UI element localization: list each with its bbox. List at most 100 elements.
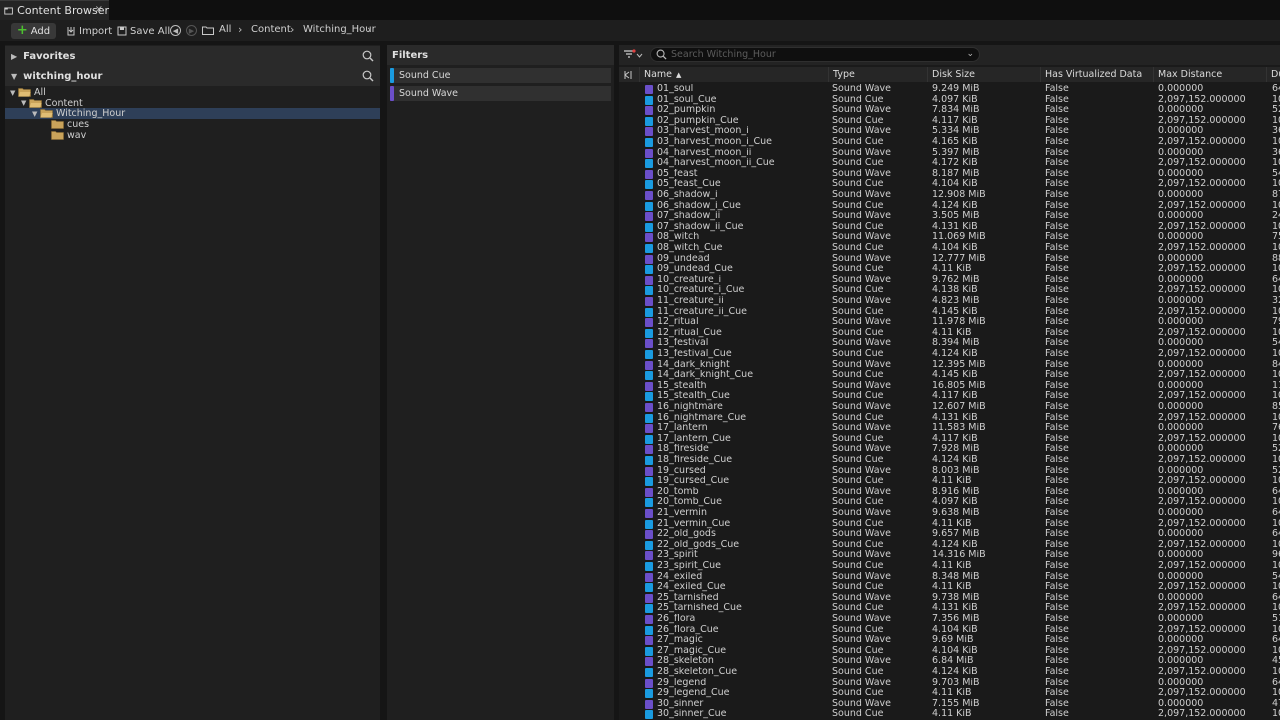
chevron-down-icon[interactable]: ⌄ bbox=[966, 49, 974, 59]
asset-name: 23_spirit_Cue bbox=[657, 561, 721, 571]
favorites-header[interactable]: ▶ Favorites bbox=[5, 46, 380, 66]
table-row[interactable]: 11_creature_ii Sound Wave 4.823 MiB False 0.… bbox=[619, 296, 1280, 307]
table-row[interactable]: 30_sinner_Cue Sound Cue 4.11 KiB False 2,097… bbox=[619, 709, 1280, 720]
table-row[interactable]: 12_ritual Sound Wave 11.978 MiB False 0.0000… bbox=[619, 317, 1280, 328]
tree-item-content[interactable]: ▼ Content bbox=[5, 98, 380, 109]
table-row[interactable]: 15_stealth Sound Wave 16.805 MiB False 0.000… bbox=[619, 381, 1280, 392]
table-row[interactable]: 09_undead_Cue Sound Cue 4.11 KiB False 2,097… bbox=[619, 264, 1280, 275]
table-row[interactable]: 08_witch Sound Wave 11.069 MiB False 0.00000… bbox=[619, 232, 1280, 243]
table-row[interactable]: 05_feast_Cue Sound Cue 4.104 KiB False 2,097… bbox=[619, 179, 1280, 190]
forward-icon[interactable]: ▶ bbox=[186, 25, 197, 36]
close-icon[interactable]: × bbox=[95, 4, 103, 15]
filter-sound-wave[interactable]: Sound Wave bbox=[390, 86, 611, 101]
search-icon[interactable] bbox=[362, 70, 374, 82]
table-row[interactable]: 20_tomb_Cue Sound Cue 4.097 KiB False 2,097,… bbox=[619, 497, 1280, 508]
table-row[interactable]: 16_nightmare_Cue Sound Cue 4.131 KiB False 2… bbox=[619, 413, 1280, 424]
column-type[interactable]: Type bbox=[828, 67, 928, 82]
column-duration[interactable]: Du bbox=[1266, 67, 1280, 82]
table-row[interactable]: 13_festival Sound Wave 8.394 MiB False 0.000… bbox=[619, 338, 1280, 349]
table-row[interactable]: 09_undead Sound Wave 12.777 MiB False 0.0000… bbox=[619, 254, 1280, 265]
tree-item-all[interactable]: ▼ All bbox=[5, 87, 380, 98]
table-row[interactable]: 11_creature_ii_Cue Sound Cue 4.145 KiB Fals… bbox=[619, 307, 1280, 318]
table-row[interactable]: 25_tarnished_Cue Sound Cue 4.131 KiB False 2… bbox=[619, 603, 1280, 614]
table-row[interactable]: 26_flora_Cue Sound Cue 4.104 KiB False 2,097… bbox=[619, 625, 1280, 636]
table-row[interactable]: 22_old_gods_Cue Sound Cue 4.124 KiB False 2,… bbox=[619, 540, 1280, 551]
filter-icon[interactable] bbox=[623, 49, 643, 61]
table-row[interactable]: 10_creature_i Sound Wave 9.762 MiB False 0.0… bbox=[619, 275, 1280, 286]
table-row[interactable]: 28_skeleton_Cue Sound Cue 4.124 KiB False 2,… bbox=[619, 667, 1280, 678]
chevron-down-icon[interactable]: ▼ bbox=[10, 89, 18, 97]
table-row[interactable]: 04_harvest_moon_ii Sound Wave 5.397 MiB Fal… bbox=[619, 148, 1280, 159]
table-row[interactable]: 17_lantern_Cue Sound Cue 4.117 KiB False 2,0… bbox=[619, 434, 1280, 445]
table-row[interactable]: 15_stealth_Cue Sound Cue 4.117 KiB False 2,0… bbox=[619, 391, 1280, 402]
table-row[interactable]: 27_magic Sound Wave 9.69 MiB False 0.000000 6… bbox=[619, 635, 1280, 646]
table-row[interactable]: 10_creature_i_Cue Sound Cue 4.138 KiB False… bbox=[619, 285, 1280, 296]
table-row[interactable]: 12_ritual_Cue Sound Cue 4.11 KiB False 2,097… bbox=[619, 328, 1280, 339]
back-icon[interactable]: ◀ bbox=[170, 25, 181, 36]
table-row[interactable]: 24_exiled Sound Wave 8.348 MiB False 0.00000… bbox=[619, 572, 1280, 583]
search-icon[interactable] bbox=[362, 50, 374, 62]
project-header[interactable]: ▼ witching_hour bbox=[5, 66, 380, 86]
tree-item-witching-hour[interactable]: ▼ Witching_Hour bbox=[5, 108, 380, 120]
table-row[interactable]: 06_shadow_i Sound Wave 12.908 MiB False 0.00… bbox=[619, 190, 1280, 201]
table-row[interactable]: 18_fireside Sound Wave 7.928 MiB False 0.000… bbox=[619, 444, 1280, 455]
table-row[interactable]: 03_harvest_moon_i_Cue Sound Cue 4.165 KiB F… bbox=[619, 137, 1280, 148]
table-row[interactable]: 01_soul Sound Wave 9.249 MiB False 0.000000 6… bbox=[619, 84, 1280, 95]
table-row[interactable]: 28_skeleton Sound Wave 6.84 MiB False 0.0000… bbox=[619, 656, 1280, 667]
column-name[interactable]: Name ▲ bbox=[639, 67, 829, 82]
table-row[interactable]: 30_sinner Sound Wave 7.155 MiB False 0.00000… bbox=[619, 699, 1280, 710]
table-row[interactable]: 16_nightmare Sound Wave 12.607 MiB False 0.0… bbox=[619, 402, 1280, 413]
tree-item-wav[interactable]: wav bbox=[5, 130, 380, 141]
import-button[interactable]: Import bbox=[66, 23, 112, 39]
table-row[interactable]: 23_spirit Sound Wave 14.316 MiB False 0.0000… bbox=[619, 550, 1280, 561]
table-row[interactable]: 21_vermin_Cue Sound Cue 4.11 KiB False 2,097… bbox=[619, 519, 1280, 530]
table-row[interactable]: 07_shadow_ii Sound Wave 3.505 MiB False 0.00… bbox=[619, 211, 1280, 222]
table-row[interactable]: 19_cursed Sound Wave 8.003 MiB False 0.00000… bbox=[619, 466, 1280, 477]
chevron-down-icon[interactable]: ▼ bbox=[21, 99, 29, 107]
table-row[interactable]: 05_feast Sound Wave 8.187 MiB False 0.000000… bbox=[619, 169, 1280, 180]
save-all-button[interactable]: Save All bbox=[117, 23, 170, 39]
table-row[interactable]: 06_shadow_i_Cue Sound Cue 4.124 KiB False 2,… bbox=[619, 201, 1280, 212]
search-field[interactable]: ⌄ bbox=[650, 47, 980, 62]
table-row[interactable]: 07_shadow_ii_Cue Sound Cue 4.131 KiB False 2… bbox=[619, 222, 1280, 233]
table-row[interactable]: 29_legend_Cue Sound Cue 4.11 KiB False 2,097… bbox=[619, 688, 1280, 699]
table-row[interactable]: 18_fireside_Cue Sound Cue 4.124 KiB False 2,… bbox=[619, 455, 1280, 466]
chevron-right-icon[interactable]: › bbox=[367, 23, 371, 36]
table-row[interactable]: 02_pumpkin Sound Wave 7.834 MiB False 0.0000… bbox=[619, 105, 1280, 116]
breadcrumb-all[interactable]: All bbox=[219, 24, 231, 35]
add-button[interactable]: + Add bbox=[11, 23, 56, 39]
column-options[interactable] bbox=[619, 67, 639, 82]
table-row[interactable]: 26_flora Sound Wave 7.356 MiB False 0.000000… bbox=[619, 614, 1280, 625]
table-row[interactable]: 20_tomb Sound Wave 8.916 MiB False 0.000000 6… bbox=[619, 487, 1280, 498]
table-row[interactable]: 04_harvest_moon_ii_Cue Sound Cue 4.172 KiB… bbox=[619, 158, 1280, 169]
table-row[interactable]: 08_witch_Cue Sound Cue 4.104 KiB False 2,097… bbox=[619, 243, 1280, 254]
asset-type: Sound Cue bbox=[832, 561, 884, 571]
folder-icon[interactable] bbox=[202, 26, 214, 35]
asset-duration: 11 bbox=[1272, 380, 1280, 391]
column-max-distance[interactable]: Max Distance bbox=[1153, 67, 1266, 82]
chevron-down-icon[interactable]: ▼ bbox=[32, 110, 40, 118]
breadcrumb-content[interactable]: Content bbox=[251, 24, 291, 35]
table-row[interactable]: 24_exiled_Cue Sound Cue 4.11 KiB False 2,097… bbox=[619, 582, 1280, 593]
search-input[interactable] bbox=[671, 49, 961, 60]
table-row[interactable]: 01_soul_Cue Sound Cue 4.097 KiB False 2,097,… bbox=[619, 95, 1280, 106]
table-row[interactable]: 23_spirit_Cue Sound Cue 4.11 KiB False 2,097… bbox=[619, 561, 1280, 572]
tab-content-browser[interactable]: Content Browser × bbox=[0, 0, 109, 20]
table-row[interactable]: 14_dark_knight_Cue Sound Cue 4.145 KiB Fals… bbox=[619, 370, 1280, 381]
tree-item-cues[interactable]: cues bbox=[5, 119, 380, 130]
table-row[interactable]: 17_lantern Sound Wave 11.583 MiB False 0.000… bbox=[619, 423, 1280, 434]
breadcrumb-witching-hour[interactable]: Witching_Hour bbox=[303, 24, 376, 35]
table-row[interactable]: 22_old_gods Sound Wave 9.657 MiB False 0.000… bbox=[619, 529, 1280, 540]
table-row[interactable]: 27_magic_Cue Sound Cue 4.104 KiB False 2,097… bbox=[619, 646, 1280, 657]
table-row[interactable]: 03_harvest_moon_i Sound Wave 5.334 MiB Fals… bbox=[619, 126, 1280, 137]
column-disk-size[interactable]: Disk Size bbox=[927, 67, 1040, 82]
table-row[interactable]: 19_cursed_Cue Sound Cue 4.11 KiB False 2,097… bbox=[619, 476, 1280, 487]
table-row[interactable]: 25_tarnished Sound Wave 9.738 MiB False 0.00… bbox=[619, 593, 1280, 604]
table-row[interactable]: 29_legend Sound Wave 9.703 MiB False 0.00000… bbox=[619, 678, 1280, 689]
table-row[interactable]: 02_pumpkin_Cue Sound Cue 4.117 KiB False 2,0… bbox=[619, 116, 1280, 127]
column-has-virtualized-data[interactable]: Has Virtualized Data bbox=[1040, 67, 1153, 82]
table-row[interactable]: 13_festival_Cue Sound Cue 4.124 KiB False 2,… bbox=[619, 349, 1280, 360]
filter-sound-cue[interactable]: Sound Cue bbox=[390, 68, 611, 83]
table-row[interactable]: 21_vermin Sound Wave 9.638 MiB False 0.00000… bbox=[619, 508, 1280, 519]
table-row[interactable]: 14_dark_knight Sound Wave 12.395 MiB False 0… bbox=[619, 360, 1280, 371]
